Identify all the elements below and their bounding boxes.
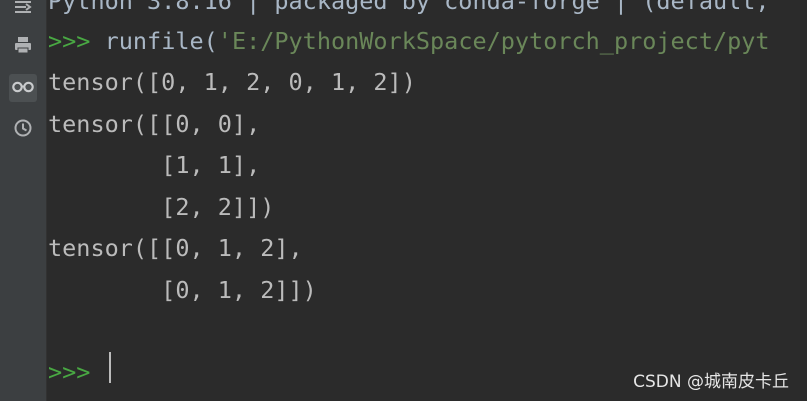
output-line: [2, 2]]) xyxy=(48,193,275,221)
view-variables-icon xyxy=(11,76,35,101)
print-button[interactable] xyxy=(9,33,37,61)
history-icon xyxy=(13,118,33,143)
output-line: tensor([0, 1, 2, 0, 1, 2]) xyxy=(48,68,416,96)
show-variables-button[interactable] xyxy=(9,74,37,102)
console-toolbar xyxy=(0,0,47,401)
watermark: CSDN @城南皮卡丘 xyxy=(633,372,789,392)
history-button[interactable] xyxy=(9,116,37,144)
soft-wrap-icon xyxy=(13,0,33,21)
runfile-path: 'E:/PythonWorkSpace/pytorch_project/pyt xyxy=(217,27,770,55)
text-caret xyxy=(109,352,111,383)
python-console-window: Python 3.8.16 | packaged by conda-forge … xyxy=(0,0,807,401)
output-line: tensor([[0, 0], xyxy=(48,110,261,138)
output-line: [1, 1], xyxy=(48,151,261,179)
runfile-call: runfile( xyxy=(90,27,218,55)
prompt-marker: >>> xyxy=(48,27,91,55)
input-prompt-marker: >>> xyxy=(48,358,91,386)
console-output[interactable]: Python 3.8.16 | packaged by conda-forge … xyxy=(48,0,807,401)
input-line[interactable]: >>> xyxy=(48,358,91,386)
output-line: [0, 1, 2]]) xyxy=(48,276,317,304)
python-version-banner: Python 3.8.16 | packaged by conda-forge … xyxy=(48,0,770,15)
command-line: >>> runfile('E:/PythonWorkSpace/pytorch_… xyxy=(48,27,770,55)
output-line: tensor([[0, 1, 2], xyxy=(48,234,303,262)
print-icon xyxy=(13,35,33,60)
soft-wrap-button[interactable] xyxy=(9,0,37,22)
